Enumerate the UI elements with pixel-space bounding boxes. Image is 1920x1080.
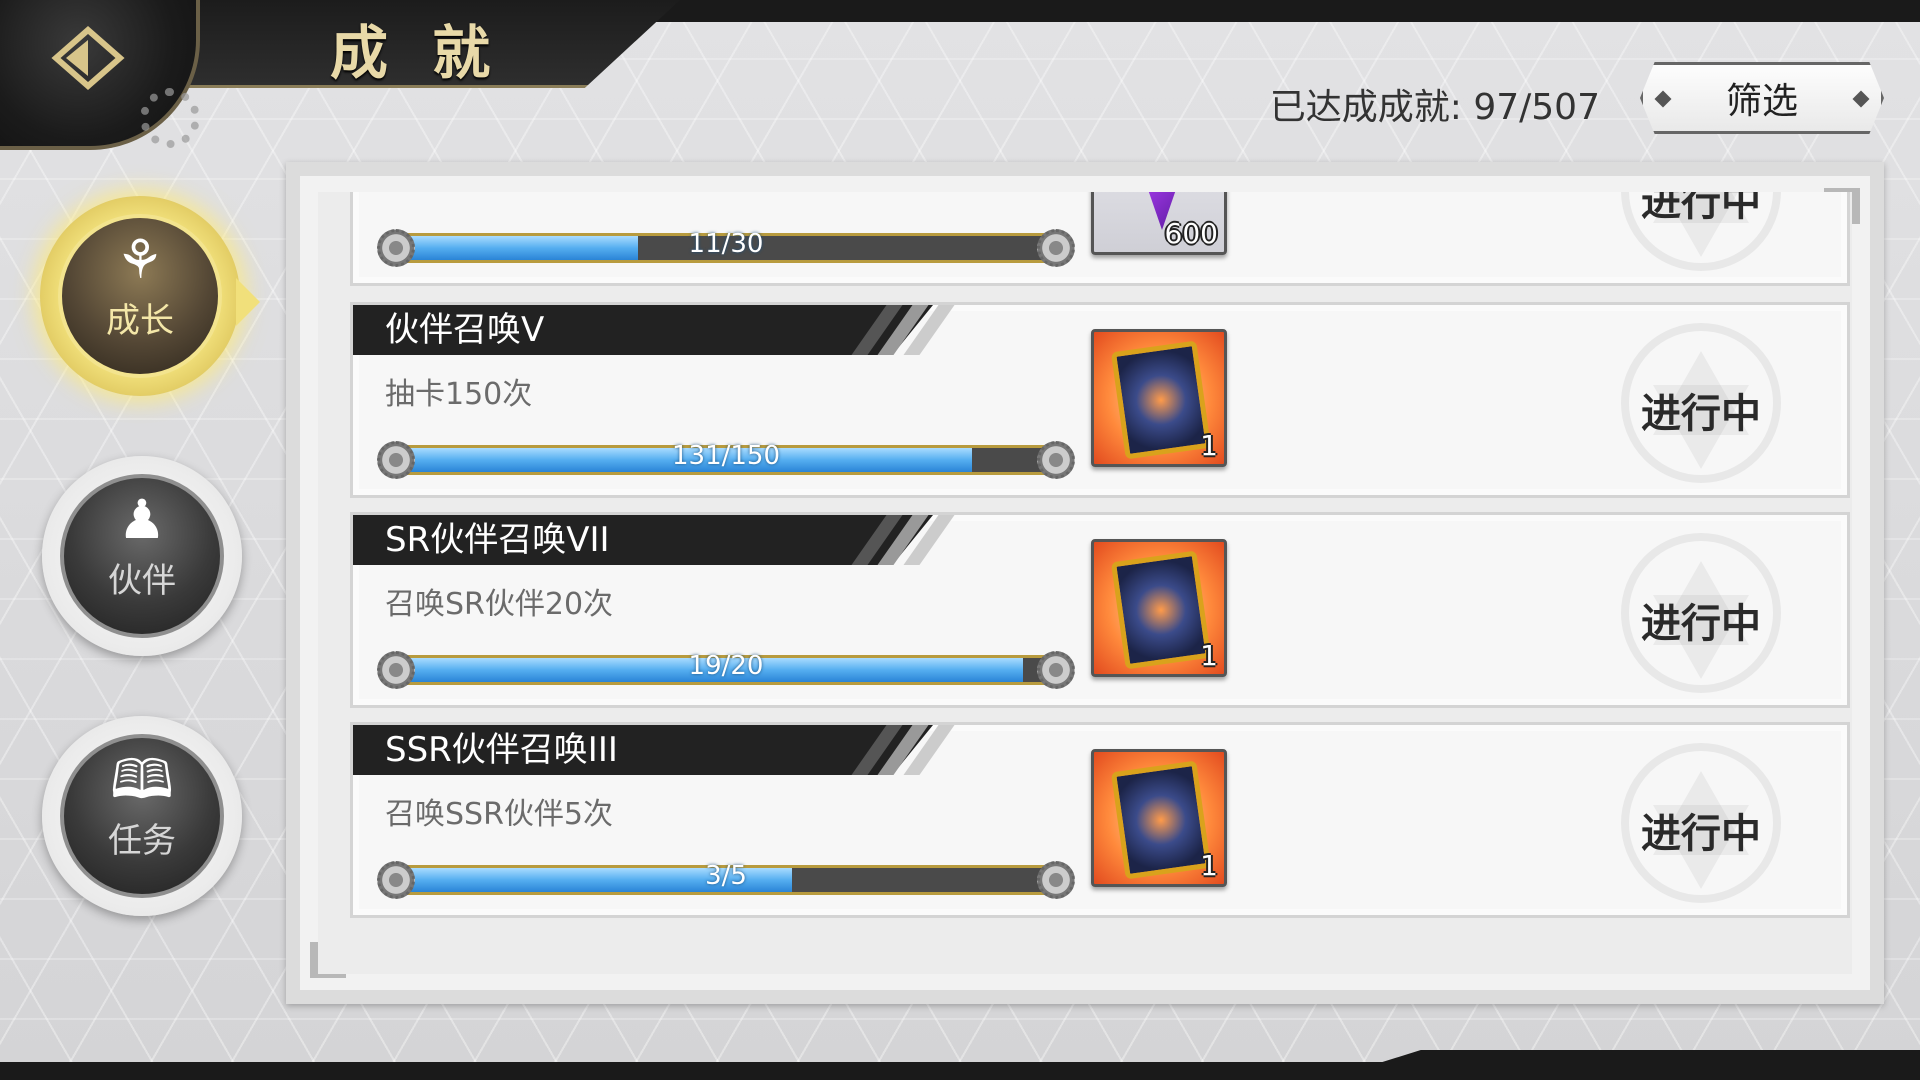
nav-tab-label: 任务: [108, 820, 176, 861]
progress-bar: 131/150: [377, 441, 1075, 479]
status-text: 进行中: [1641, 391, 1761, 437]
hooded-figure-icon: ⚘: [115, 227, 165, 291]
title-stripes: [823, 515, 955, 565]
progress-bar: 3/5: [377, 861, 1075, 899]
status-text: 进行中: [1641, 601, 1761, 647]
achievement-row[interactable]: 11/30 600 进行中: [350, 192, 1850, 286]
active-tab-arrow-icon: [236, 278, 260, 326]
progress-bar: 19/20: [377, 651, 1075, 689]
nav-tab-label: 伙伴: [108, 560, 176, 601]
nav-tab-partner[interactable]: ♟ 伙伴: [42, 456, 242, 656]
summon-card-icon: [1110, 550, 1212, 670]
reward-item[interactable]: 1: [1091, 749, 1227, 887]
achievement-row[interactable]: SR伙伴召唤VII 召唤SR伙伴20次 19/20 1 进行中: [350, 512, 1850, 708]
nav-tab-task[interactable]: 🕮 任务: [42, 716, 242, 916]
top-bar: 成 就: [0, 0, 1920, 150]
reward-qty: 600: [1164, 217, 1218, 250]
progress-text: 3/5: [705, 861, 747, 891]
group-icon: ♟: [117, 487, 167, 551]
top-strip: [600, 0, 1920, 22]
summon-card-icon: [1110, 340, 1212, 460]
status-text: 进行中: [1641, 192, 1761, 225]
status-text: 进行中: [1641, 811, 1761, 857]
nav-tab-growth[interactable]: ⚘ 成长: [40, 196, 240, 396]
reward-item[interactable]: 600: [1091, 192, 1227, 255]
progress-text: 131/150: [671, 441, 780, 471]
achievement-desc: 召唤SSR伙伴5次: [385, 797, 614, 832]
title-stripes: [823, 305, 955, 355]
filter-button[interactable]: 筛选: [1640, 62, 1884, 134]
title-stripes: [823, 725, 955, 775]
progress-text: 11/30: [688, 229, 764, 259]
reward-item[interactable]: 1: [1091, 329, 1227, 467]
reward-qty: 1: [1200, 429, 1218, 462]
reward-item[interactable]: 1: [1091, 539, 1227, 677]
summon-card-icon: [1110, 760, 1212, 880]
reward-qty: 1: [1200, 639, 1218, 672]
nav-tab-label: 成长: [106, 300, 174, 341]
back-arrow-icon: [51, 26, 125, 90]
achievement-list[interactable]: 11/30 600 进行中 伙伴召唤V 抽卡150次 131/150 1 进行中…: [318, 192, 1852, 974]
filter-button-label: 筛选: [1725, 81, 1798, 122]
gear-icon: [140, 88, 200, 148]
achievement-desc: 抽卡150次: [385, 377, 533, 412]
progress-text: 19/20: [688, 651, 764, 681]
achievement-desc: 召唤SR伙伴20次: [385, 587, 614, 622]
book-flame-icon: 🕮: [110, 747, 174, 811]
achievement-panel: 11/30 600 进行中 伙伴召唤V 抽卡150次 131/150 1 进行中…: [286, 162, 1884, 1004]
achievement-row[interactable]: 伙伴召唤V 抽卡150次 131/150 1 进行中: [350, 302, 1850, 498]
reward-qty: 1: [1200, 849, 1218, 882]
progress-bar: 11/30: [377, 229, 1075, 267]
page-title: 成 就: [330, 19, 503, 87]
achievement-row[interactable]: SSR伙伴召唤III 召唤SSR伙伴5次 3/5 1 进行中: [350, 722, 1850, 918]
achieved-count: 已达成成就: 97/507: [1269, 87, 1600, 128]
